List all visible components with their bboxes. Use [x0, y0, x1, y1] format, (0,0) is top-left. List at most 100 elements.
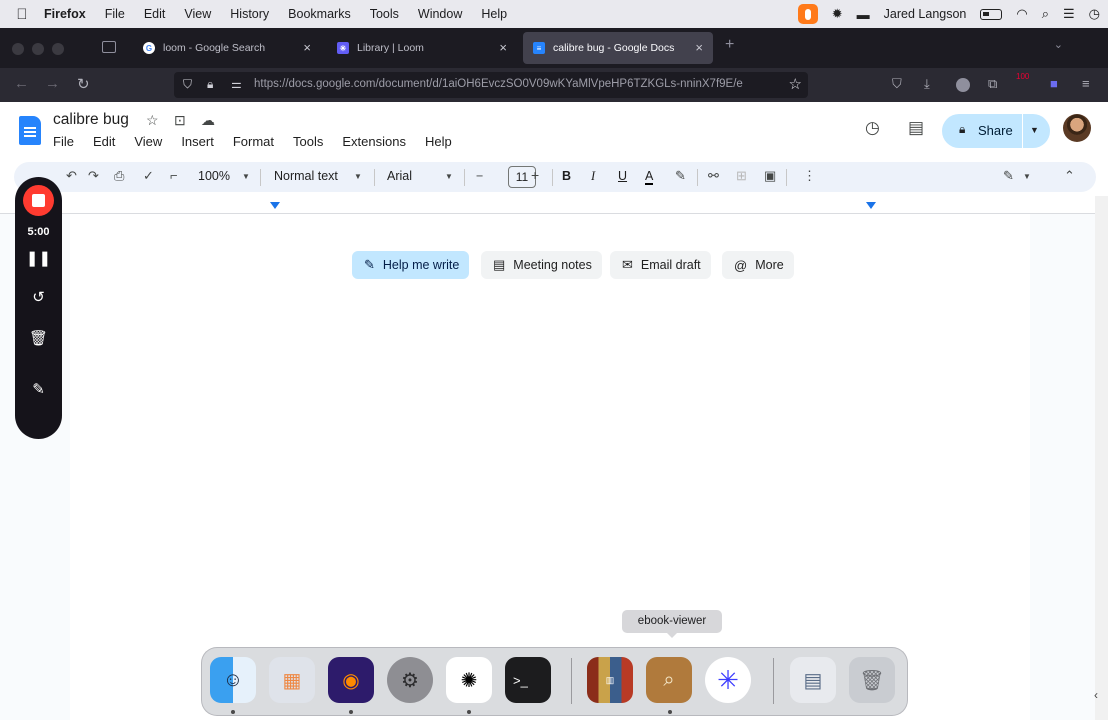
docs-menu-help[interactable]: Help [425, 134, 452, 149]
preview-document-icon[interactable]: ▤ [790, 657, 836, 703]
maximize-window-icon[interactable] [52, 43, 64, 55]
pocket-icon[interactable]: ⛉ [892, 76, 902, 92]
bold-button[interactable]: B [562, 169, 571, 183]
delete-icon[interactable]: 🗑︎ [15, 329, 62, 347]
search-icon[interactable]: ⌕ [1042, 6, 1049, 22]
pause-icon[interactable]: ❚❚ [15, 249, 62, 267]
url-bar[interactable]: ⛉ 🔒︎ ⚌ https://docs.google.com/document/… [174, 72, 808, 98]
docs-menu-edit[interactable]: Edit [93, 134, 115, 149]
user-avatar[interactable] [1063, 114, 1091, 142]
apple-menu-icon[interactable]:  [0, 6, 44, 23]
style-caret-icon[interactable]: ▼ [354, 172, 362, 181]
calibre-icon[interactable]: ▥ [587, 657, 633, 703]
insert-image-icon[interactable]: ▣ [764, 168, 776, 184]
italic-button[interactable]: I [591, 169, 595, 184]
editing-mode-caret-icon[interactable]: ▼ [1023, 172, 1031, 181]
lock-icon[interactable]: 🔒︎ [207, 77, 213, 92]
comments-icon[interactable]: ▤ [908, 118, 924, 138]
chevron-left-icon[interactable]: ‹ [1094, 688, 1098, 702]
menu-tools[interactable]: Tools [370, 7, 399, 21]
cloud-status-icon[interactable]: ☁ [201, 112, 215, 129]
menu-help[interactable]: Help [481, 7, 507, 21]
extension-badge[interactable]: 100 [1016, 72, 1029, 81]
share-button[interactable]: 🔒︎ Share ▼ [942, 114, 1050, 148]
docs-logo-icon[interactable] [19, 116, 41, 145]
restart-icon[interactable]: ↺ [15, 288, 62, 306]
paint-format-icon[interactable]: ⌐ [170, 168, 178, 183]
ebook-viewer-icon[interactable]: ⌕ [646, 657, 692, 703]
menu-view[interactable]: View [184, 7, 211, 21]
vertical-scrollbar[interactable] [1095, 196, 1108, 720]
email-draft-chip[interactable]: ✉ Email draft [610, 251, 711, 279]
document-page[interactable] [70, 214, 1030, 720]
extensions-icon[interactable]: ⧉ [988, 76, 997, 92]
redo-icon[interactable]: ↷ [88, 168, 99, 184]
app-menu-icon[interactable]: ≡ [1082, 76, 1090, 91]
tab-loom-library[interactable]: ✳ Library | Loom × [327, 32, 517, 64]
tab-groups-icon[interactable] [102, 41, 116, 53]
zoom-select[interactable]: 100% [198, 169, 230, 183]
meeting-notes-chip[interactable]: ▤ Meeting notes [481, 251, 602, 279]
docs-menu-view[interactable]: View [134, 134, 162, 149]
hide-menus-icon[interactable]: ⌃ [1064, 168, 1075, 184]
screen-record-icon[interactable]: ▬ [857, 7, 870, 22]
downloads-icon[interactable]: ⤓ [924, 76, 930, 92]
trash-icon[interactable]: 🗑︎ [849, 657, 895, 703]
underline-button[interactable]: U [618, 169, 627, 183]
tracking-protection-icon[interactable]: ⛉ [183, 77, 192, 92]
left-indent-marker[interactable] [270, 202, 280, 209]
extension-icon[interactable]: ■ [1050, 76, 1058, 91]
docs-menu-file[interactable]: File [53, 134, 74, 149]
spellcheck-icon[interactable]: ✓ [143, 168, 154, 184]
brightness-icon[interactable]: ✹ [832, 6, 843, 22]
docs-menu-insert[interactable]: Insert [181, 134, 214, 149]
decrease-font-size-button[interactable]: − [476, 169, 483, 183]
account-icon[interactable] [956, 78, 970, 92]
more-options-icon[interactable]: ⋮ [803, 168, 816, 184]
help-me-write-chip[interactable]: ✎ Help me write [352, 251, 470, 279]
version-history-icon[interactable]: ◷ [865, 118, 880, 138]
menu-history[interactable]: History [230, 7, 269, 21]
insert-link-icon[interactable]: ⚯ [708, 168, 719, 184]
clock-icon[interactable]: ◷ [1089, 6, 1100, 22]
forward-icon[interactable]: → [45, 75, 60, 92]
close-tab-icon[interactable]: × [695, 40, 703, 55]
perplexity-icon[interactable]: ✳ [705, 657, 751, 703]
insert-comment-icon[interactable]: ⊞ [736, 168, 747, 184]
close-tab-icon[interactable]: × [303, 40, 311, 55]
url-text[interactable]: https://docs.google.com/document/d/1aiOH… [254, 78, 774, 90]
share-dropdown-icon[interactable]: ▼ [1030, 125, 1039, 135]
launchpad-icon[interactable]: ▦ [269, 657, 315, 703]
undo-icon[interactable]: ↶ [66, 168, 77, 184]
paragraph-style-select[interactable]: Normal text [274, 169, 338, 183]
bookmark-star-icon[interactable]: ☆ [789, 75, 802, 93]
move-folder-icon[interactable]: ⊡ [174, 112, 186, 129]
close-window-icon[interactable] [12, 43, 24, 55]
reload-icon[interactable]: ↻ [77, 75, 90, 93]
back-icon[interactable]: ← [14, 75, 29, 92]
docs-menu-extensions[interactable]: Extensions [342, 134, 406, 149]
control-center-icon[interactable]: ☰ [1063, 6, 1075, 22]
openai-icon[interactable]: ✺ [446, 657, 492, 703]
increase-font-size-button[interactable]: + [531, 167, 539, 183]
print-icon[interactable]: ⎙ [114, 168, 124, 184]
wifi-icon[interactable]: ◠ [1016, 6, 1027, 22]
stop-recording-button[interactable] [23, 185, 54, 216]
editing-mode-icon[interactable]: ✎ [1003, 168, 1014, 184]
menu-edit[interactable]: Edit [144, 7, 166, 21]
docs-menu-format[interactable]: Format [233, 134, 274, 149]
minimize-window-icon[interactable] [32, 43, 44, 55]
font-caret-icon[interactable]: ▼ [445, 172, 453, 181]
right-indent-marker[interactable] [866, 202, 876, 209]
close-tab-icon[interactable]: × [499, 40, 507, 55]
menu-file[interactable]: File [105, 7, 125, 21]
more-chip[interactable]: @ More [722, 251, 794, 279]
document-title[interactable]: calibre bug [53, 111, 129, 129]
menubar-user-name[interactable]: Jared Langson [884, 7, 967, 21]
highlight-icon[interactable]: ✎ [675, 168, 686, 184]
list-all-tabs-icon[interactable]: ⌄ [1054, 38, 1063, 51]
microphone-icon[interactable] [797, 4, 818, 24]
battery-icon[interactable] [980, 8, 1003, 20]
menu-bookmarks[interactable]: Bookmarks [288, 7, 351, 21]
font-select[interactable]: Arial [387, 169, 412, 183]
